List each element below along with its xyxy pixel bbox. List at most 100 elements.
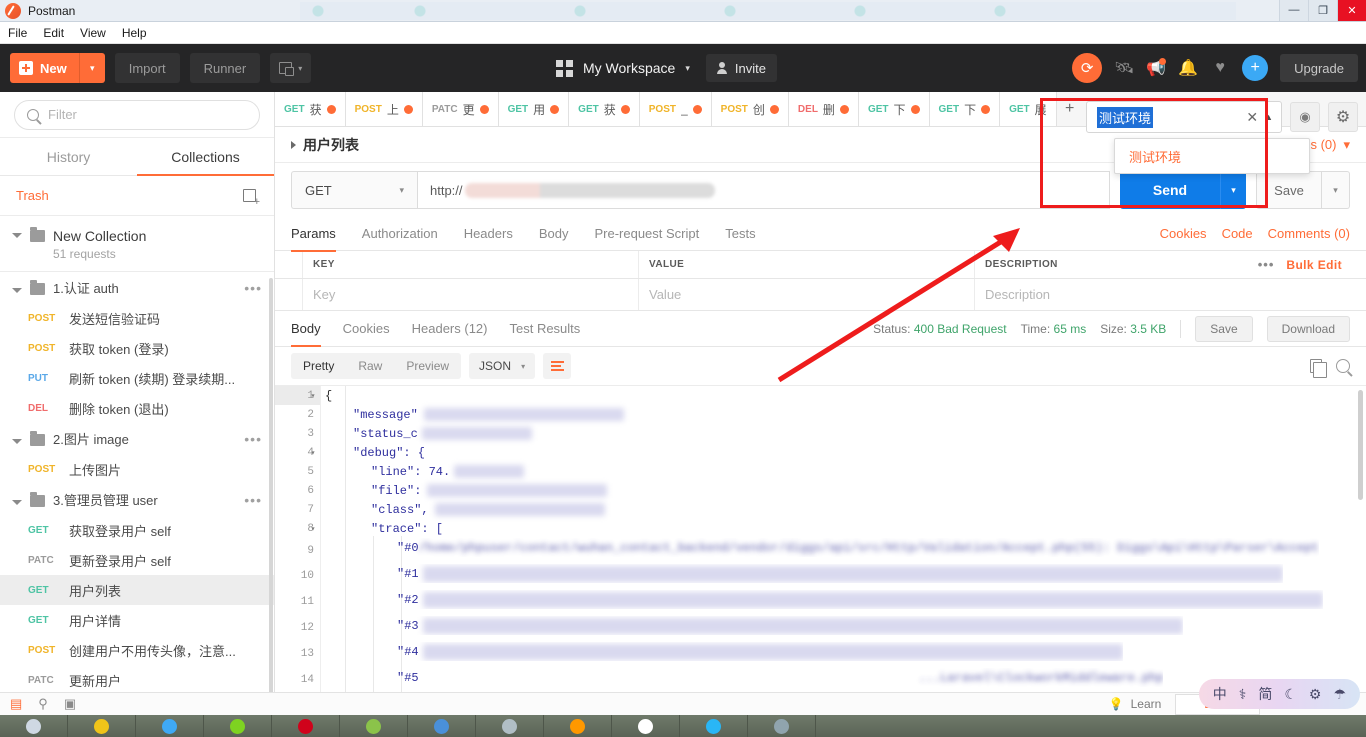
taskbar-item[interactable]	[68, 715, 136, 737]
list-item[interactable]: POST 获取 token (登录)	[0, 333, 274, 363]
fold-toggle-icon[interactable]: ▾	[309, 386, 317, 405]
fold-toggle-icon[interactable]: ▾	[309, 519, 317, 538]
collection-item[interactable]: New Collection 51 requests	[0, 216, 274, 272]
gear-icon[interactable]: ⚙	[1328, 102, 1358, 132]
list-item[interactable]: PATC 更新用户	[0, 665, 274, 692]
taskbar-item[interactable]	[0, 715, 68, 737]
taskbar-item[interactable]	[612, 715, 680, 737]
folder-row[interactable]: 3.管理员管理 user •••	[0, 484, 274, 515]
folder-more-icon[interactable]: •••	[244, 492, 262, 508]
request-tab[interactable]: DEL 删	[788, 92, 859, 126]
list-item[interactable]: PUT 刷新 token (续期) 登录续期...	[0, 363, 274, 393]
taskbar-item[interactable]	[136, 715, 204, 737]
search-icon[interactable]	[1336, 359, 1350, 373]
folder-row[interactable]: 2.图片 image •••	[0, 423, 274, 454]
fold-toggle-icon[interactable]: ▾	[309, 443, 317, 462]
save-button[interactable]: Save	[1256, 171, 1322, 209]
open-new-window-button[interactable]: ▾	[270, 53, 312, 83]
new-dropdown-caret-icon[interactable]: ▾	[78, 53, 105, 83]
new-tab-button[interactable]: +	[1057, 92, 1083, 126]
chevron-down-icon[interactable]	[12, 499, 22, 505]
menu-item-file[interactable]: File	[8, 26, 27, 40]
tab-response-body[interactable]: Body	[291, 312, 321, 347]
taskbar-item[interactable]	[476, 715, 544, 737]
learn-button[interactable]: 💡 Learn	[1095, 697, 1176, 711]
code-link[interactable]: Code	[1222, 226, 1253, 241]
trash-row[interactable]: Trash	[0, 176, 274, 216]
environment-quick-look-icon[interactable]: ◉	[1290, 102, 1320, 132]
taskbar-item[interactable]	[680, 715, 748, 737]
tab-headers[interactable]: Headers	[464, 217, 513, 251]
list-item[interactable]: DEL 删除 token (退出)	[0, 393, 274, 423]
minimize-button[interactable]: —	[1279, 0, 1308, 21]
request-tab[interactable]: POST 上	[345, 92, 423, 126]
menu-item-edit[interactable]: Edit	[43, 26, 64, 40]
request-tab[interactable]: GET 用	[498, 92, 570, 126]
search-input[interactable]: Filter	[14, 99, 260, 130]
cookies-link[interactable]: Cookies	[1160, 226, 1207, 241]
ime-simplified-icon[interactable]: 简	[1258, 684, 1272, 704]
chevron-down-icon[interactable]	[12, 233, 22, 238]
param-value-input[interactable]: Value	[639, 279, 975, 310]
request-tab[interactable]: GET 下	[929, 92, 1001, 126]
ime-skin-icon[interactable]: ☂	[1333, 686, 1346, 703]
tab-response-cookies[interactable]: Cookies	[343, 312, 390, 346]
tab-response-headers[interactable]: Headers (12)	[412, 312, 488, 346]
bulk-edit-link[interactable]: Bulk Edit	[1286, 258, 1342, 272]
list-item-selected[interactable]: GET 用户列表	[0, 575, 274, 605]
save-response-button[interactable]: Save	[1195, 315, 1253, 342]
list-item[interactable]: GET 获取登录用户 self	[0, 515, 274, 545]
row-checkbox-cell[interactable]	[275, 279, 303, 310]
request-tab[interactable]: GET 获	[569, 92, 640, 126]
console-icon[interactable]: ▣	[64, 696, 76, 712]
taskbar-item[interactable]	[544, 715, 612, 737]
format-selector[interactable]: JSON ▾	[469, 353, 536, 379]
taskbar-item[interactable]	[272, 715, 340, 737]
request-tab[interactable]: POST 创	[711, 92, 789, 126]
list-item[interactable]: POST 上传图片	[0, 454, 274, 484]
close-icon[interactable]: ✕	[1246, 109, 1258, 126]
environment-option[interactable]: 测试环境	[1115, 139, 1309, 173]
response-scrollbar[interactable]	[1358, 390, 1363, 500]
table-row[interactable]: Key Value Description	[275, 279, 1366, 311]
request-tab[interactable]: GET 获	[275, 92, 346, 126]
sync-icon[interactable]: ⟳	[1072, 53, 1103, 83]
folder-more-icon[interactable]: •••	[244, 280, 262, 296]
add-icon[interactable]: +	[1242, 55, 1269, 81]
response-body-viewer[interactable]: 1 2 3 4 5 6 7 8 9 10 11 12 13 14 ▾ ▾ ▾ {…	[275, 385, 1366, 692]
menu-item-view[interactable]: View	[80, 26, 106, 40]
menu-item-help[interactable]: Help	[122, 26, 147, 40]
taskbar-item[interactable]	[204, 715, 272, 737]
save-options-icon[interactable]: ▾	[1322, 171, 1350, 209]
tab-collections[interactable]: Collections	[137, 138, 274, 176]
tab-pre-request-script[interactable]: Pre-request Script	[594, 217, 699, 251]
view-mode-preview[interactable]: Preview	[394, 353, 461, 379]
satellite-icon[interactable]: 🛰	[1114, 58, 1134, 78]
param-description-input[interactable]: Description	[975, 279, 1366, 310]
view-mode-raw[interactable]: Raw	[346, 353, 394, 379]
tab-authorization[interactable]: Authorization	[362, 217, 438, 251]
tab-tests[interactable]: Tests	[725, 217, 755, 251]
folder-row[interactable]: 1.认证 auth •••	[0, 272, 274, 303]
view-mode-pretty[interactable]: Pretty	[291, 353, 346, 379]
request-tab-active[interactable]: GET 展	[1000, 92, 1057, 126]
new-collection-icon[interactable]	[243, 188, 260, 208]
workspace-selector[interactable]: My Workspace ▾ Invite	[556, 44, 777, 92]
tab-history[interactable]: History	[0, 138, 137, 175]
request-tab[interactable]: PATC 更	[422, 92, 499, 126]
bell-icon[interactable]: 🔔	[1178, 58, 1198, 78]
table-more-icon[interactable]: •••	[1258, 257, 1275, 272]
chevron-down-icon[interactable]	[12, 438, 22, 444]
ime-language-icon[interactable]: 中	[1213, 684, 1227, 704]
ime-toolbar[interactable]: 中 ⚕ 简 ☾ ⚙ ☂	[1198, 679, 1360, 709]
url-input[interactable]: http://	[417, 171, 1110, 209]
runner-button[interactable]: Runner	[189, 53, 261, 83]
tab-body[interactable]: Body	[539, 217, 569, 251]
heart-icon[interactable]: ♥	[1210, 58, 1230, 78]
request-tab[interactable]: POST _	[639, 92, 712, 126]
sidebar-toggle-icon[interactable]: ▤	[10, 696, 22, 712]
send-options-icon[interactable]: ▾	[1220, 171, 1246, 209]
wrap-lines-icon[interactable]	[543, 353, 572, 379]
import-button[interactable]: Import	[114, 53, 180, 83]
list-item[interactable]: POST 发送短信验证码	[0, 303, 274, 333]
